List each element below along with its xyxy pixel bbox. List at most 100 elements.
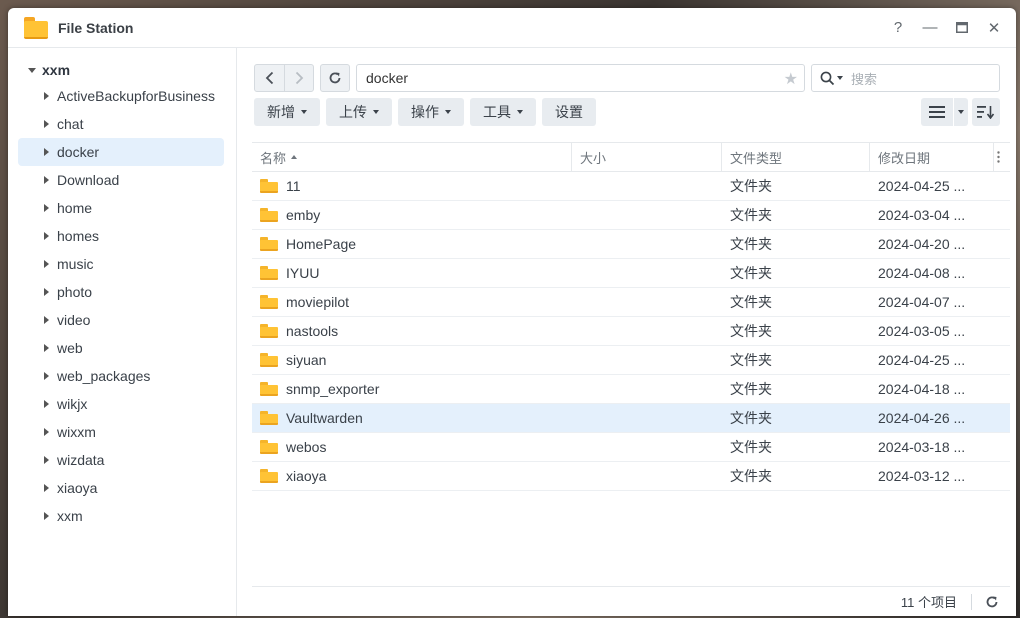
minimize-button[interactable]: —	[914, 8, 946, 48]
settings-label: 设置	[555, 104, 583, 120]
caret-right-icon[interactable]	[44, 456, 49, 464]
cell-name: Vaultwarden	[252, 404, 572, 432]
sort-ascending-icon	[291, 155, 298, 159]
view-mode-dropdown[interactable]	[954, 98, 968, 126]
column-options-button[interactable]	[994, 143, 1002, 171]
file-name: snmp_exporter	[286, 381, 380, 397]
cell-name: 11	[252, 172, 572, 200]
cell-size	[572, 259, 722, 287]
tree-item-music[interactable]: music	[18, 250, 224, 278]
search-options-caret[interactable]	[837, 76, 843, 80]
tree-item-web-packages[interactable]: web_packages	[18, 362, 224, 390]
folder-icon	[260, 382, 278, 396]
cell-modified: 2024-04-26 ...	[878, 410, 966, 426]
status-bar: 11 个项目	[252, 586, 1010, 616]
caret-right-icon[interactable]	[44, 288, 49, 296]
table-row[interactable]: snmp_exporter 文件夹 2024-04-18 ...	[252, 375, 1010, 404]
cell-name: moviepilot	[252, 288, 572, 316]
table-row[interactable]: IYUU 文件夹 2024-04-08 ...	[252, 259, 1010, 288]
tree-item-download[interactable]: Download	[18, 166, 224, 194]
table-row[interactable]: HomePage 文件夹 2024-04-20 ...	[252, 230, 1010, 259]
table-row[interactable]: xiaoya 文件夹 2024-03-12 ...	[252, 462, 1010, 491]
caret-right-icon[interactable]	[44, 512, 49, 520]
tree-item-label: xxm	[57, 508, 83, 524]
star-icon[interactable]: ★	[784, 69, 798, 89]
refresh-icon	[329, 72, 341, 84]
column-header-name[interactable]: 名称	[252, 143, 572, 171]
table-row[interactable]: nastools 文件夹 2024-03-05 ...	[252, 317, 1010, 346]
caret-right-icon[interactable]	[44, 204, 49, 212]
back-button[interactable]	[255, 65, 284, 91]
tree-item-web[interactable]: web	[18, 334, 224, 362]
caret-down-icon	[373, 110, 379, 114]
file-name: emby	[286, 207, 321, 223]
table-row[interactable]: emby 文件夹 2024-03-04 ...	[252, 201, 1010, 230]
table-row[interactable]: moviepilot 文件夹 2024-04-07 ...	[252, 288, 1010, 317]
cell-modified: 2024-04-18 ...	[878, 381, 966, 397]
table-row[interactable]: 11 文件夹 2024-04-25 ...	[252, 172, 1010, 201]
tools-button[interactable]: 工具	[470, 98, 536, 126]
table-row[interactable]: Vaultwarden 文件夹 2024-04-26 ...	[252, 404, 1010, 433]
tree-item-wikjx[interactable]: wikjx	[18, 390, 224, 418]
caret-down-icon	[445, 110, 451, 114]
forward-button[interactable]	[284, 65, 313, 91]
file-list: 名称 大小 文件类型 修改日期 11 文件夹 2024-04-25 ... emby 文…	[252, 142, 1010, 491]
caret-right-icon[interactable]	[44, 176, 49, 184]
column-header-type[interactable]: 文件类型	[722, 143, 870, 171]
search-placeholder: 搜索	[851, 71, 878, 87]
tree-item-wizdata[interactable]: wizdata	[18, 446, 224, 474]
cell-size	[572, 346, 722, 374]
footer-refresh-button[interactable]	[982, 595, 1002, 609]
table-row[interactable]: webos 文件夹 2024-03-18 ...	[252, 433, 1010, 462]
caret-right-icon[interactable]	[44, 232, 49, 240]
action-button[interactable]: 操作	[398, 98, 464, 126]
cell-size	[572, 462, 722, 490]
caret-right-icon[interactable]	[44, 344, 49, 352]
close-button[interactable]: ✕	[978, 8, 1010, 48]
search-icon	[820, 71, 835, 85]
tree-item-video[interactable]: video	[18, 306, 224, 334]
history-buttons	[254, 64, 314, 92]
tree-root[interactable]: xxm	[8, 58, 236, 82]
tree-item-chat[interactable]: chat	[18, 110, 224, 138]
tree-item-photo[interactable]: photo	[18, 278, 224, 306]
caret-right-icon[interactable]	[44, 372, 49, 380]
caret-right-icon[interactable]	[44, 484, 49, 492]
tree-item-label: wixxm	[57, 424, 96, 440]
help-button[interactable]: ?	[882, 8, 914, 48]
tree-item-xiaoya[interactable]: xiaoya	[18, 474, 224, 502]
cell-name: snmp_exporter	[252, 375, 572, 403]
sort-button[interactable]	[972, 98, 1000, 126]
table-row[interactable]: siyuan 文件夹 2024-04-25 ...	[252, 346, 1010, 375]
path-field[interactable]: docker ★	[356, 64, 805, 92]
maximize-button[interactable]	[946, 8, 978, 48]
column-header-modified[interactable]: 修改日期	[870, 143, 994, 171]
list-view-button[interactable]	[921, 98, 953, 126]
folder-icon	[260, 353, 278, 367]
tree-item-home[interactable]: home	[18, 194, 224, 222]
caret-right-icon[interactable]	[44, 92, 49, 100]
create-button[interactable]: 新增	[254, 98, 320, 126]
tree-item-label: music	[57, 256, 94, 272]
caret-right-icon[interactable]	[44, 148, 49, 156]
upload-button[interactable]: 上传	[326, 98, 392, 126]
tree-item-wixxm[interactable]: wixxm	[18, 418, 224, 446]
search-input[interactable]: 搜索	[811, 64, 1000, 92]
caret-right-icon[interactable]	[44, 428, 49, 436]
tree-item-homes[interactable]: homes	[18, 222, 224, 250]
tree-item-docker[interactable]: docker	[18, 138, 224, 166]
folder-icon	[260, 237, 278, 251]
caret-down-icon	[517, 110, 523, 114]
cell-type: 文件夹	[730, 352, 772, 368]
caret-right-icon[interactable]	[44, 120, 49, 128]
refresh-button[interactable]	[320, 64, 350, 92]
tree-item-xxm[interactable]: xxm	[18, 502, 224, 530]
settings-button[interactable]: 设置	[542, 98, 596, 126]
item-count: 11 个项目	[900, 595, 957, 610]
caret-right-icon[interactable]	[44, 316, 49, 324]
column-header-size[interactable]: 大小	[572, 143, 722, 171]
tree-item-activebackupforbusiness[interactable]: ActiveBackupforBusiness	[18, 82, 224, 110]
cell-modified: 2024-04-25 ...	[878, 178, 966, 194]
caret-right-icon[interactable]	[44, 260, 49, 268]
caret-right-icon[interactable]	[44, 400, 49, 408]
